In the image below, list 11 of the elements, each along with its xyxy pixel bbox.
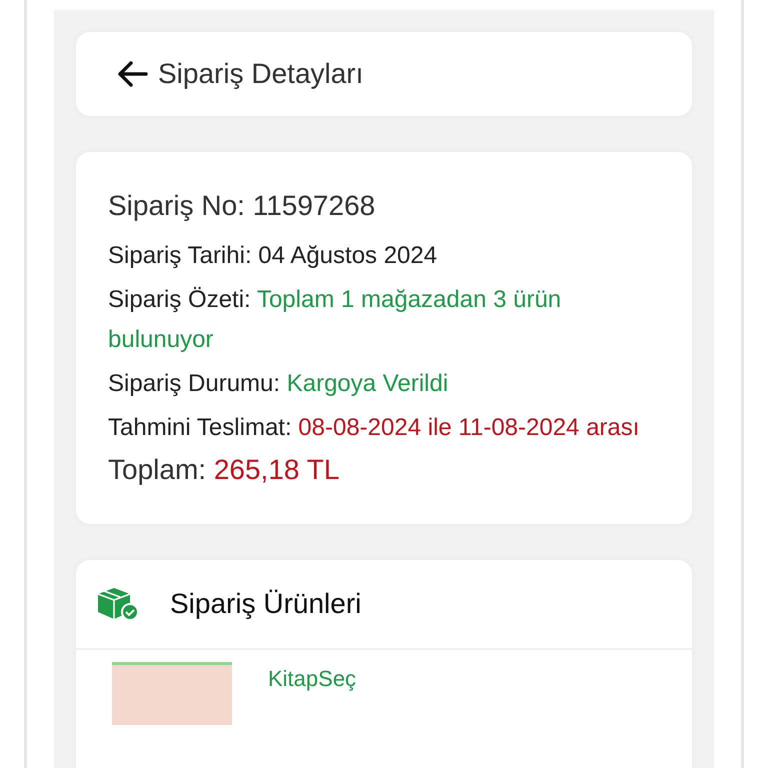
package-check-icon: [96, 586, 140, 622]
order-detail: Sipariş Özeti: Toplam 1 mağazadan 3 ürün bulunuyor: [108, 285, 562, 355]
order-detail: Sipariş Tarihi: 04 Ağustos 2024: [108, 241, 438, 271]
section-title: Sipariş Ürünleri: [170, 588, 362, 620]
back-arrow-icon[interactable]: [116, 60, 148, 88]
order-detail: Sipariş Durumu: Kargoya Verildi: [108, 369, 450, 399]
order-detail: Tahmini Teslimat: 08-08-2024 ile 11-08-2024 arası: [108, 413, 640, 443]
store-link[interactable]: KitapSeç: [268, 662, 356, 725]
page-title: Sipariş Detayları: [158, 58, 364, 90]
order-total: Toplam: 265,18 TL: [108, 454, 340, 486]
order-number: Sipariş No: 11597268: [108, 190, 376, 222]
